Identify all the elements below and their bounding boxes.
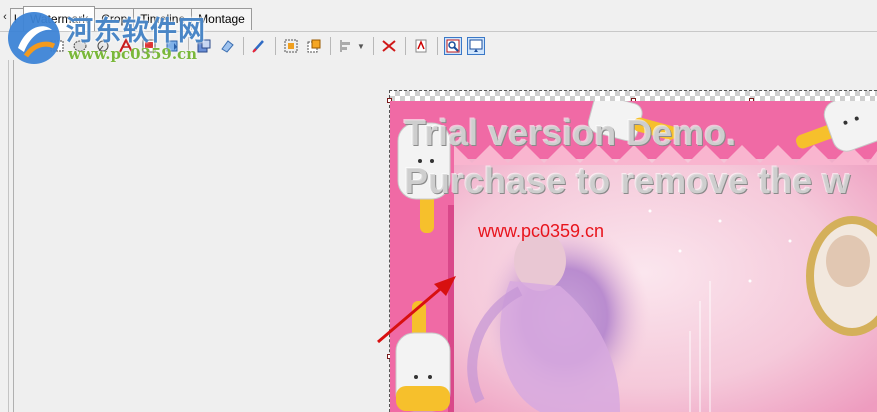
demo-watermark-line-1: Trial version Demo. — [404, 112, 737, 153]
toolbar-separator — [243, 37, 244, 55]
toolbar-separator — [436, 37, 438, 55]
site-logo-icon — [8, 12, 60, 64]
crop-select-icon[interactable] — [282, 37, 300, 55]
left-panel-border — [0, 60, 14, 412]
zoom-window-icon[interactable] — [466, 37, 485, 55]
toolbar-separator — [275, 37, 276, 55]
toolbar-separator — [372, 37, 374, 55]
site-url-watermark: www.pc0359.cn — [68, 45, 198, 63]
toolbar-separator — [330, 37, 331, 55]
brush-icon[interactable] — [250, 37, 268, 55]
align-dropdown-arrow[interactable]: ▼ — [357, 42, 365, 51]
pdf-icon[interactable] — [412, 37, 430, 55]
zoom-fit-icon[interactable] — [443, 37, 462, 55]
demo-watermark-line-2: Purchase to remove the w — [404, 160, 851, 201]
site-name-watermark: 河东软件网 — [66, 16, 206, 47]
align-icon[interactable] — [337, 37, 355, 55]
annotation-arrow-icon — [377, 276, 456, 344]
watermark-text-object[interactable]: www.pc0359.cn — [478, 221, 604, 242]
toolbar-separator — [404, 37, 406, 55]
cut-icon[interactable] — [380, 37, 398, 55]
copy-icon[interactable] — [305, 37, 323, 55]
eraser-icon[interactable] — [218, 37, 236, 55]
